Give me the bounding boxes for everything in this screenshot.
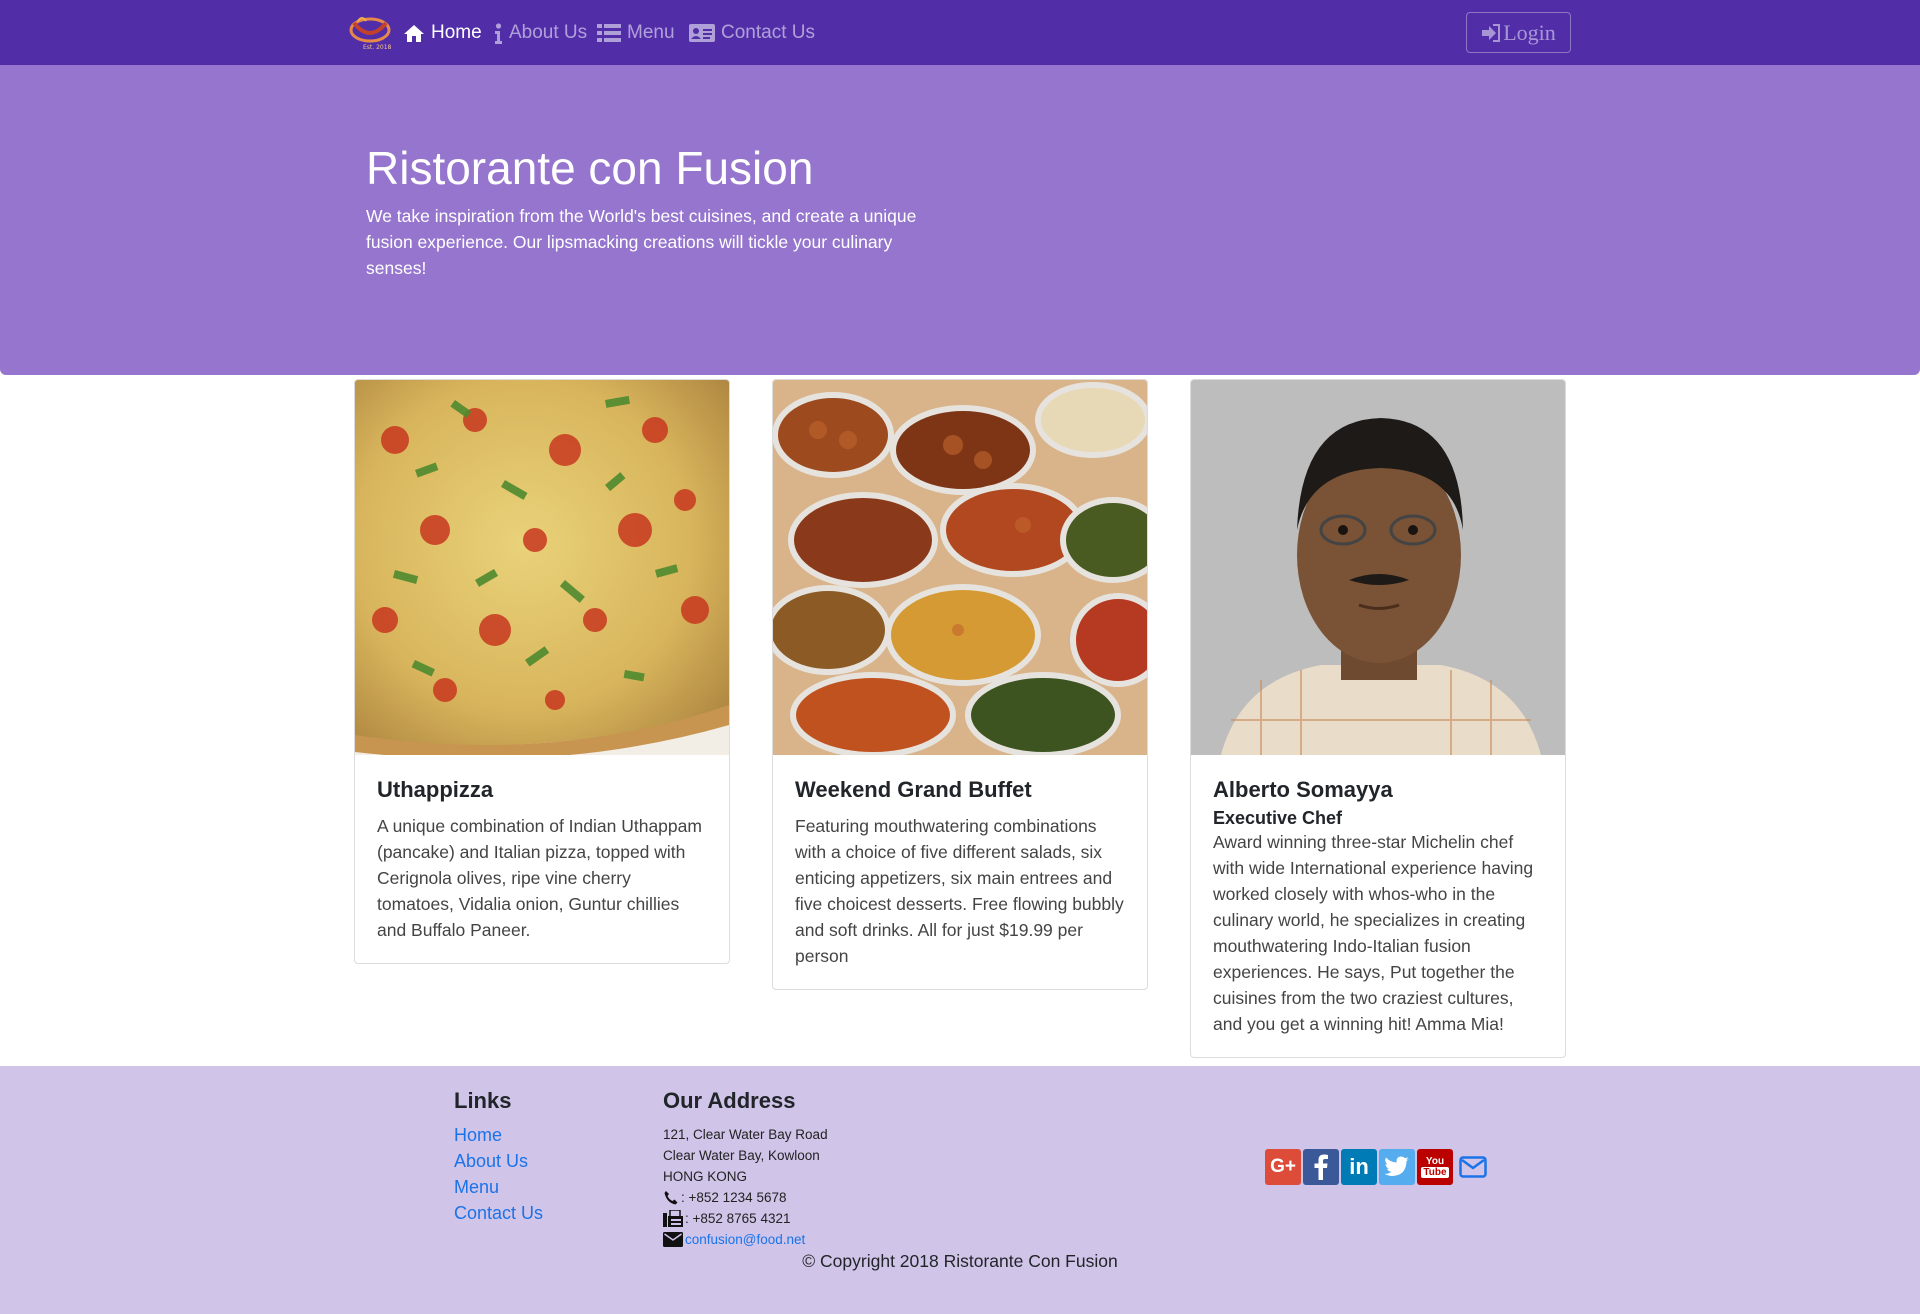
navbar: Est. 2018 Home About Us Menu Contact Us …	[0, 0, 1920, 65]
card-text: Featuring mouthwatering combinations wit…	[795, 816, 1124, 967]
login-button[interactable]: Login	[1466, 12, 1571, 53]
login-label: Login	[1503, 19, 1556, 45]
card-text: A unique combination of Indian Uthappam …	[377, 816, 702, 941]
linkedin-icon[interactable]: in	[1341, 1149, 1377, 1185]
nav-home-label: Home	[431, 22, 482, 43]
footer-link-menu[interactable]: Menu	[454, 1174, 543, 1200]
jumbotron: Ristorante con Fusion We take inspiratio…	[0, 65, 1920, 375]
footer-link-about[interactable]: About Us	[454, 1148, 543, 1174]
links-heading: Links	[454, 1088, 512, 1113]
footer-links: Home About Us Menu Contact Us	[454, 1122, 543, 1226]
footer: Links Home About Us Menu Contact Us Our …	[0, 1066, 1920, 1314]
email-row: confusion@food.net	[663, 1229, 828, 1250]
envelope-icon	[663, 1232, 683, 1247]
nav-menu[interactable]: Menu	[597, 19, 675, 47]
card-text: Award winning three-star Michelin chef w…	[1213, 832, 1534, 1035]
nav-home[interactable]: Home	[403, 19, 482, 47]
fax-row: : +852 8765 4321	[663, 1208, 828, 1229]
envelope-icon[interactable]	[1455, 1149, 1491, 1185]
nav-menu-label: Menu	[627, 22, 675, 43]
phone-icon	[664, 1191, 678, 1205]
nav-contact[interactable]: Contact Us	[689, 19, 815, 47]
card-dish: Uthappizza A unique combination of India…	[354, 379, 730, 965]
footer-link-contact[interactable]: Contact Us	[454, 1200, 543, 1226]
nav-about[interactable]: About Us	[494, 19, 587, 47]
nav-about-label: About Us	[509, 22, 588, 43]
page-title: Ristorante con Fusion	[366, 142, 814, 194]
copyright: © Copyright 2018 Ristorante Con Fusion	[802, 1251, 1118, 1271]
fax-number: : +852 8765 4321	[685, 1211, 791, 1226]
address-line: 121, Clear Water Bay Road	[663, 1127, 828, 1142]
email-link[interactable]: confusion@food.net	[685, 1229, 805, 1250]
google-plus-icon[interactable]: G+	[1265, 1149, 1301, 1185]
pizza-image	[355, 380, 729, 755]
address: 121, Clear Water Bay Road Clear Water Ba…	[663, 1124, 828, 1250]
nav-contact-label: Contact Us	[721, 22, 815, 43]
address-line: Clear Water Bay, Kowloon	[663, 1148, 820, 1163]
card-promotion: Weekend Grand Buffet Featuring mouthwate…	[772, 379, 1148, 991]
jumbotron-text: We take inspiration from the World's bes…	[366, 206, 917, 278]
card-subtitle: Executive Chef	[1213, 808, 1343, 829]
twitter-icon[interactable]	[1379, 1149, 1415, 1185]
facebook-icon[interactable]	[1303, 1149, 1339, 1185]
info-icon	[495, 22, 502, 44]
card-title: Alberto Somayya	[1213, 777, 1393, 802]
list-icon	[597, 24, 621, 42]
home-icon	[404, 25, 424, 42]
footer-link-home[interactable]: Home	[454, 1122, 543, 1148]
chef-portrait-image	[1191, 380, 1565, 755]
phone-row: : +852 1234 5678	[663, 1187, 828, 1208]
card-leader: Alberto Somayya Executive Chef Award win…	[1190, 379, 1566, 1059]
card-title: Weekend Grand Buffet	[795, 777, 1032, 802]
address-line: HONG KONG	[663, 1169, 748, 1184]
social-buttons: G+ in You Tube	[1265, 1149, 1491, 1185]
sign-in-icon	[1482, 23, 1501, 42]
restaurant-logo[interactable]: Est. 2018	[348, 13, 392, 51]
youtube-icon[interactable]: You Tube	[1417, 1149, 1453, 1185]
buffet-image	[773, 380, 1147, 755]
svg-text:Est. 2018: Est. 2018	[363, 44, 392, 51]
phone-number: : +852 1234 5678	[681, 1190, 787, 1205]
card-title: Uthappizza	[377, 777, 494, 802]
fax-icon	[663, 1210, 683, 1227]
address-heading: Our Address	[663, 1088, 796, 1113]
address-card-icon	[689, 24, 715, 42]
